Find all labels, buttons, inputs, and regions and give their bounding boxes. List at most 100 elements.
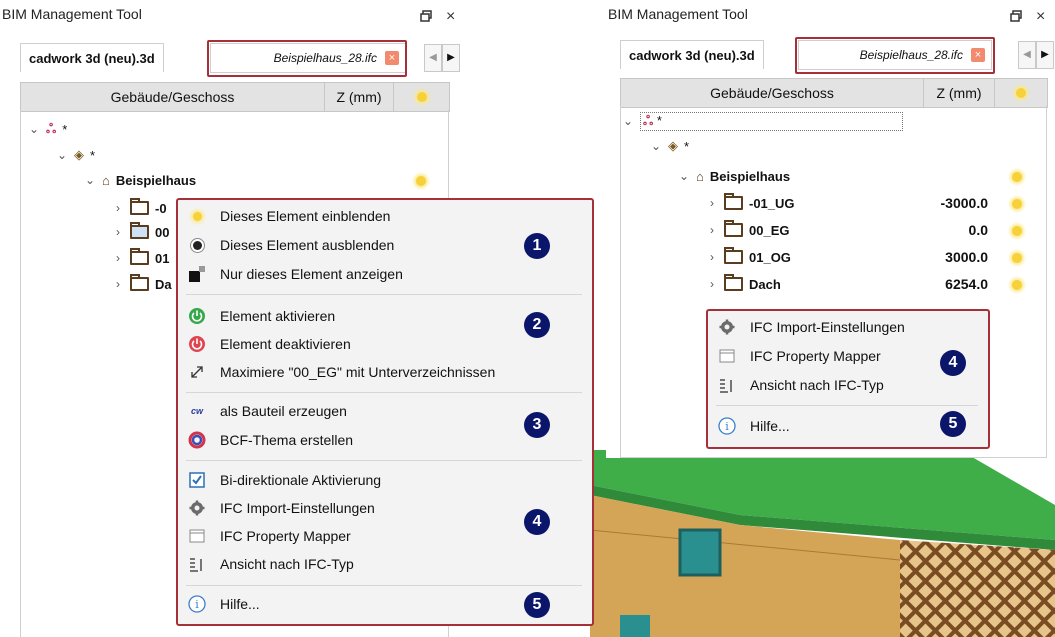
chevron-right-icon[interactable]: › xyxy=(706,250,718,264)
folder-icon xyxy=(130,248,149,265)
menu-item-ifc-property-mapper[interactable]: IFC Property Mapper xyxy=(178,524,351,548)
menu-item-help[interactable]: i Hilfe... xyxy=(178,592,260,616)
badge-3: 3 xyxy=(524,412,550,438)
close-icon[interactable]: × xyxy=(1036,8,1045,26)
tree-row-floor[interactable]: › Dach xyxy=(706,272,781,296)
menu-item-view-by-ifc-type[interactable]: Ansicht nach IFC-Typ xyxy=(178,552,354,576)
column-visibility[interactable] xyxy=(995,79,1047,107)
bulb-icon[interactable] xyxy=(1012,226,1022,236)
menu-item-ifc-property-mapper[interactable]: IFC Property Mapper xyxy=(708,344,881,368)
menu-item-bidirectional-activation[interactable]: Bi-direktionale Aktivierung xyxy=(178,468,381,492)
chevron-right-icon[interactable]: › xyxy=(112,225,124,239)
power-green-icon xyxy=(188,307,206,325)
bulb-icon[interactable] xyxy=(1012,199,1022,209)
panel-bottom-border xyxy=(620,457,1047,458)
panel-title: BIM Management Tool xyxy=(608,6,748,22)
tab-cadwork-3d[interactable]: cadwork 3d (neu).3d xyxy=(20,43,164,72)
chevron-right-icon[interactable]: › xyxy=(706,223,718,237)
site-icon: ◈ xyxy=(74,147,84,162)
tree-row-site[interactable]: ⌄ ◈ * xyxy=(56,143,95,167)
context-menu: Dieses Element einblenden Dieses Element… xyxy=(176,198,594,626)
tree-row-floor[interactable]: › 01 xyxy=(112,246,169,270)
column-z[interactable]: Z (mm) xyxy=(924,79,995,107)
chevron-right-icon[interactable]: › xyxy=(706,196,718,210)
bulb-icon xyxy=(1016,88,1026,98)
tree-row-floor[interactable]: › 00_EG xyxy=(706,218,789,242)
info-icon: i xyxy=(188,595,206,613)
tree-row-project[interactable]: ⌄ ஃ * xyxy=(622,109,903,133)
column-building-floor[interactable]: Gebäude/Geschoss xyxy=(621,79,924,107)
tab-prev-button[interactable]: ◀ xyxy=(424,44,442,72)
menu-item-help[interactable]: i Hilfe... xyxy=(708,414,790,438)
tree-label: * xyxy=(90,147,96,163)
tab-cadwork-3d[interactable]: cadwork 3d (neu).3d xyxy=(620,40,764,69)
tab-next-button[interactable]: ▶ xyxy=(442,44,460,72)
tree-row-building[interactable]: ⌄ ⌂ Beispielhaus xyxy=(678,164,790,188)
tree-label: Beispielhaus xyxy=(115,172,197,188)
chevron-down-icon[interactable]: ⌄ xyxy=(678,169,690,183)
badge-4: 4 xyxy=(940,350,966,376)
tree-label: 00_EG xyxy=(749,222,790,238)
tree-row-floor[interactable]: › 01_OG xyxy=(706,245,791,269)
house-icon: ⌂ xyxy=(102,172,110,188)
tree-row-site[interactable]: ⌄ ◈ * xyxy=(650,134,689,158)
svg-text:i: i xyxy=(725,420,729,433)
folder-icon xyxy=(724,193,743,210)
badge-4: 4 xyxy=(524,509,550,535)
menu-item-create-as-component[interactable]: cw als Bauteil erzeugen xyxy=(178,399,347,423)
restore-icon[interactable] xyxy=(420,10,432,25)
tab-next-button[interactable]: ▶ xyxy=(1036,41,1054,69)
tree-row-floor[interactable]: › 00 xyxy=(112,220,169,244)
bulb-icon xyxy=(416,92,427,102)
column-visibility[interactable] xyxy=(394,83,449,111)
menu-separator xyxy=(186,460,582,461)
tree-row-floor[interactable]: › -01_UG xyxy=(706,191,795,215)
chevron-right-icon[interactable]: › xyxy=(706,277,718,291)
panel-left-border xyxy=(20,110,21,637)
column-building-floor[interactable]: Gebäude/Geschoss xyxy=(21,83,325,111)
folder-icon xyxy=(724,274,743,291)
menu-item-ifc-import-settings[interactable]: IFC Import-Einstellungen xyxy=(708,315,905,339)
tree-label: * xyxy=(62,121,68,137)
menu-item-create-bcf-topic[interactable]: BCF-Thema erstellen xyxy=(178,428,353,452)
column-z[interactable]: Z (mm) xyxy=(325,83,394,111)
chevron-right-icon[interactable]: › xyxy=(112,201,124,215)
panel-left-border xyxy=(620,106,621,458)
chevron-down-icon[interactable]: ⌄ xyxy=(650,139,662,153)
tree-row-project[interactable]: ⌄ ஃ * xyxy=(28,117,67,141)
menu-item-view-by-ifc-type[interactable]: Ansicht nach IFC-Typ xyxy=(708,373,884,397)
tree-row-floor[interactable]: › -0 xyxy=(112,196,167,220)
folder-icon xyxy=(724,220,743,237)
tree-label: -0 xyxy=(155,200,167,216)
restore-icon[interactable] xyxy=(1010,10,1022,25)
menu-item-ifc-import-settings[interactable]: IFC Import-Einstellungen xyxy=(178,496,375,520)
tree-label: Da xyxy=(155,276,172,292)
isolate-icon xyxy=(188,265,206,283)
menu-item-show-only-element[interactable]: Nur dieses Element anzeigen xyxy=(178,262,403,286)
bulb-icon[interactable] xyxy=(1012,172,1022,182)
tree-header: Gebäude/Geschoss Z (mm) xyxy=(620,78,1048,108)
menu-item-deactivate-element[interactable]: Element deaktivieren xyxy=(178,332,351,356)
bulb-icon[interactable] xyxy=(1012,253,1022,263)
menu-item-show-element[interactable]: Dieses Element einblenden xyxy=(178,204,390,228)
bulb-icon[interactable] xyxy=(1012,280,1022,290)
folder-icon xyxy=(130,274,149,291)
chevron-down-icon[interactable]: ⌄ xyxy=(28,122,40,136)
chevron-down-icon[interactable]: ⌄ xyxy=(84,173,96,187)
list-type-icon xyxy=(718,376,736,394)
chevron-down-icon[interactable]: ⌄ xyxy=(56,148,68,162)
tree-row-floor[interactable]: › Da xyxy=(112,272,172,296)
close-icon[interactable]: × xyxy=(446,8,455,26)
window-icon xyxy=(188,527,206,545)
menu-separator xyxy=(716,405,978,406)
bulb-icon[interactable] xyxy=(416,176,426,186)
menu-item-activate-element[interactable]: Element aktivieren xyxy=(178,304,335,328)
ifc-context-menu: IFC Import-Einstellungen IFC Property Ma… xyxy=(706,309,990,449)
menu-item-hide-element[interactable]: Dieses Element ausblenden xyxy=(178,233,394,257)
menu-item-maximize-subdirectories[interactable]: Maximiere "00_EG" mit Unterverzeichnisse… xyxy=(178,360,495,384)
chevron-right-icon[interactable]: › xyxy=(112,251,124,265)
tab-prev-button[interactable]: ◀ xyxy=(1018,41,1036,69)
chevron-right-icon[interactable]: › xyxy=(112,277,124,291)
tree-row-building[interactable]: ⌄ ⌂ Beispielhaus xyxy=(84,168,196,192)
chevron-down-icon[interactable]: ⌄ xyxy=(622,114,634,128)
